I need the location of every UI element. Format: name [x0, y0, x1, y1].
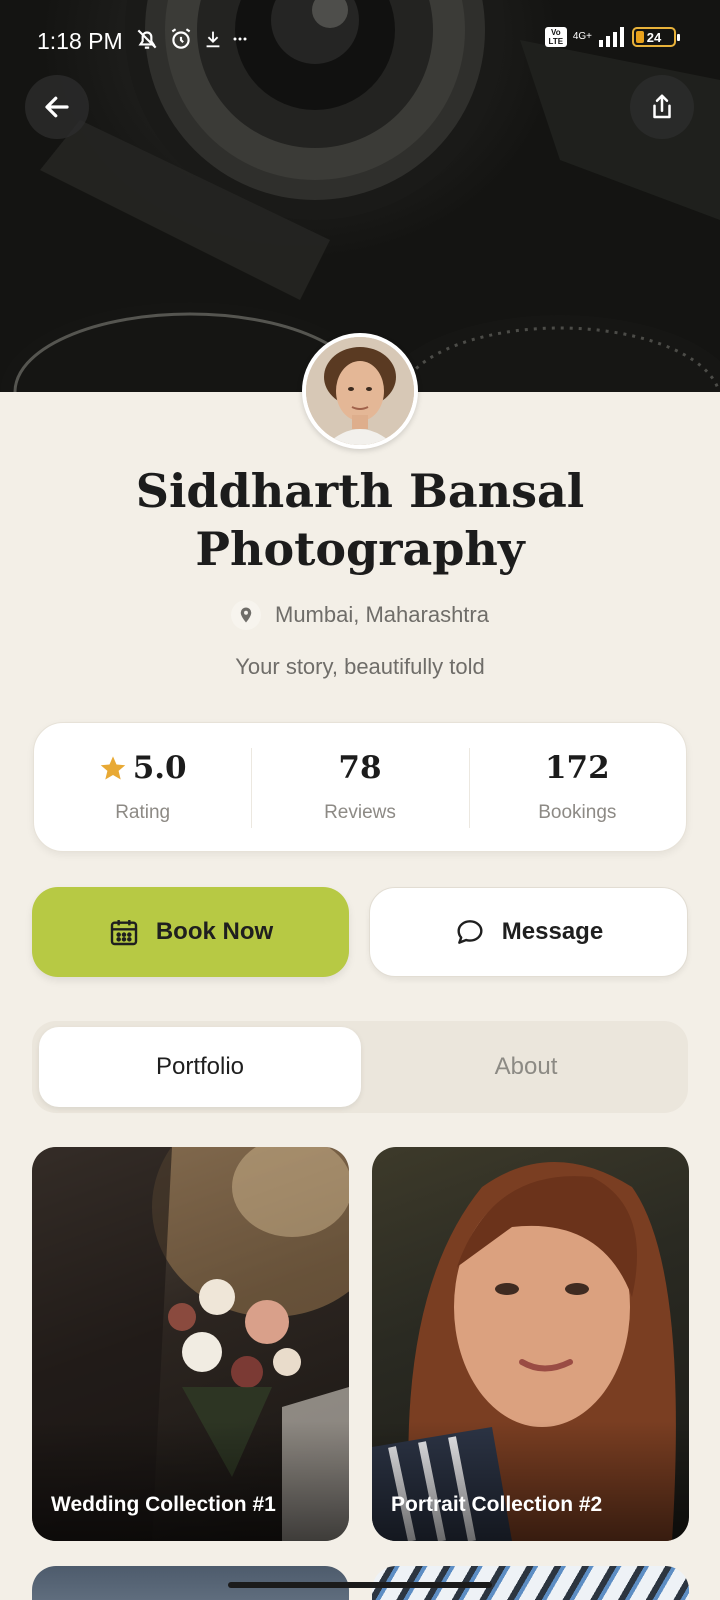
location: Mumbai, Maharashtra	[0, 600, 720, 630]
book-now-label: Book Now	[155, 918, 274, 945]
tab-bar: Portfolio About	[32, 1021, 688, 1113]
stat-bookings: 172 Bookings	[468, 748, 686, 828]
stat-reviews[interactable]: 78 Reviews	[251, 748, 468, 828]
status-time: 1:18 PM	[37, 28, 123, 54]
alarm-icon	[171, 28, 191, 49]
star-icon	[100, 756, 125, 780]
back-button[interactable]	[25, 75, 89, 139]
location-text: Mumbai, Maharashtra	[275, 602, 489, 627]
reviews-value: 78	[338, 750, 382, 786]
home-indicator[interactable]	[228, 1582, 492, 1588]
book-now-button[interactable]: Book Now	[32, 887, 349, 977]
location-pin-icon	[231, 600, 261, 630]
reviews-label: Reviews	[324, 802, 396, 823]
chat-bubble-icon	[457, 920, 483, 944]
portfolio-card-label: Portrait Collection #2	[391, 1493, 603, 1516]
rating-label: Rating	[115, 802, 171, 823]
download-icon	[206, 31, 220, 48]
status-bar: 1:18 PM Vo LTE 4G+ 24	[0, 0, 720, 84]
tab-portfolio[interactable]: Portfolio	[39, 1027, 361, 1107]
tagline: Your story, beautifully told	[235, 654, 485, 679]
share-icon	[653, 94, 671, 119]
bookings-value: 172	[544, 750, 610, 786]
battery-icon: 24	[632, 27, 680, 47]
portfolio-card-wedding[interactable]: Wedding Collection #1	[32, 1147, 349, 1541]
network-type: 4G+	[572, 31, 592, 42]
data-icon	[233, 37, 247, 41]
portfolio-card-label: Wedding Collection #1	[51, 1493, 276, 1516]
mute-bell-icon	[137, 29, 157, 49]
message-button[interactable]: Message	[369, 887, 688, 977]
stats-card: 5.0 Rating 78 Reviews 172 Bookings	[33, 722, 687, 852]
calendar-icon	[110, 920, 138, 946]
stat-rating: 5.0 Rating	[34, 750, 251, 824]
message-label: Message	[501, 918, 604, 945]
tab-about[interactable]: About	[368, 1027, 684, 1107]
share-button[interactable]	[630, 75, 694, 139]
page-title: Siddharth Bansal Photography	[135, 464, 585, 576]
avatar	[302, 333, 418, 449]
battery-level: 24	[646, 29, 662, 45]
volte-badge: Vo LTE	[544, 27, 567, 47]
portfolio-card-portrait[interactable]: Portrait Collection #2	[372, 1147, 689, 1541]
avatar-photo	[306, 337, 414, 445]
signal-icon	[599, 27, 624, 47]
bookings-label: Bookings	[538, 802, 617, 823]
arrow-left-icon	[45, 96, 69, 118]
rating-value: 5.0	[132, 750, 187, 786]
